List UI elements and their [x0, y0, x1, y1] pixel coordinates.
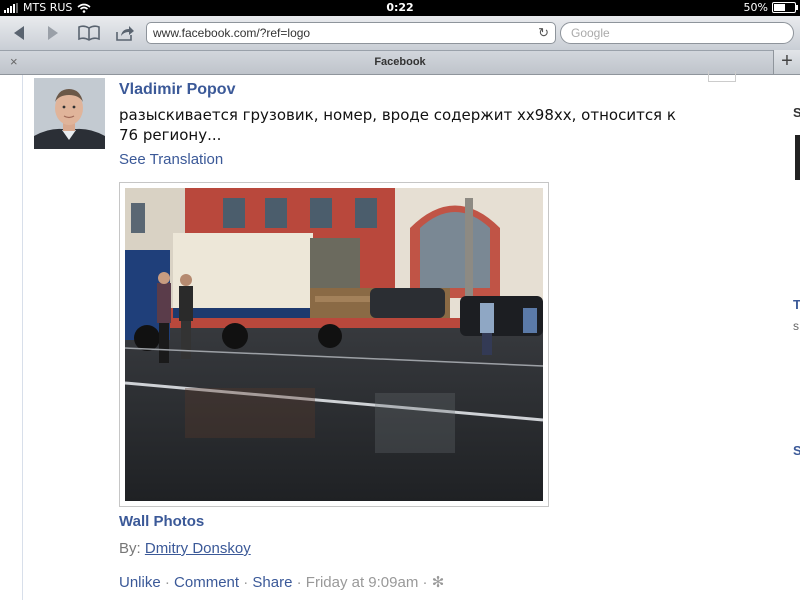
share-link[interactable]: Share — [252, 574, 292, 591]
post-photo — [125, 188, 543, 501]
share-button[interactable] — [112, 21, 138, 45]
post-photo-frame[interactable] — [119, 182, 549, 507]
post-actions: Unlike · Comment · Share · Friday at 9:0… — [119, 573, 444, 591]
separator: · — [422, 574, 428, 591]
top-box — [708, 71, 736, 82]
post-author[interactable]: Vladimir Popov — [119, 81, 235, 99]
tab-title[interactable]: Facebook — [0, 56, 800, 68]
forward-button[interactable] — [40, 21, 66, 45]
back-arrow-icon — [14, 26, 24, 40]
browser-toolbar: www.facebook.com/?ref=logo ↻ Google — [0, 16, 800, 51]
sidebar-fragment: s — [793, 319, 799, 333]
see-translation-link[interactable]: See Translation — [119, 151, 223, 168]
status-bar: MTS RUS 0:22 50% — [0, 0, 800, 16]
page-content: Vladimir Popov разыскивается грузовик, н… — [0, 71, 800, 600]
byline: By: Dmitry Donskoy — [119, 540, 251, 557]
profile-photo — [34, 78, 105, 149]
book-icon — [78, 25, 100, 41]
comment-link[interactable]: Comment — [174, 574, 239, 591]
truck-street-photo — [125, 188, 543, 501]
divider — [22, 75, 23, 600]
separator: · — [243, 574, 249, 591]
battery-icon — [772, 2, 798, 13]
share-arrow-icon — [116, 26, 134, 41]
url-text: www.facebook.com/?ref=logo — [153, 26, 311, 40]
bookmarks-button[interactable] — [76, 21, 102, 45]
forward-arrow-icon — [48, 26, 58, 40]
byline-label: By: — [119, 540, 141, 557]
search-input[interactable]: Google — [560, 22, 794, 44]
sidebar-image-fragment — [795, 135, 800, 180]
sidebar-fragment[interactable]: T — [793, 297, 800, 312]
sidebar-fragment: S — [793, 105, 800, 120]
separator: · — [296, 574, 302, 591]
right-sidebar-edge: S T s S — [793, 75, 800, 600]
post-timestamp[interactable]: Friday at 9:09am — [306, 574, 419, 591]
tab-bar: × Facebook + — [0, 50, 800, 75]
avatar[interactable] — [34, 78, 105, 149]
byline-author-link[interactable]: Dmitry Donskoy — [145, 540, 251, 557]
unlike-link[interactable]: Unlike — [119, 574, 161, 591]
sidebar-fragment[interactable]: S — [793, 443, 800, 458]
battery-percent: 50% — [743, 1, 768, 14]
address-bar[interactable]: www.facebook.com/?ref=logo ↻ — [146, 22, 556, 44]
gear-icon[interactable]: ✻ — [432, 574, 445, 591]
separator: · — [164, 574, 170, 591]
album-link[interactable]: Wall Photos — [119, 513, 204, 530]
post-text: разыскивается грузовик, номер, вроде сод… — [119, 106, 676, 144]
clock: 0:22 — [386, 1, 414, 14]
search-placeholder: Google — [571, 26, 610, 40]
reload-icon[interactable]: ↻ — [538, 23, 549, 43]
back-button[interactable] — [6, 21, 32, 45]
new-tab-button[interactable]: + — [773, 50, 800, 74]
